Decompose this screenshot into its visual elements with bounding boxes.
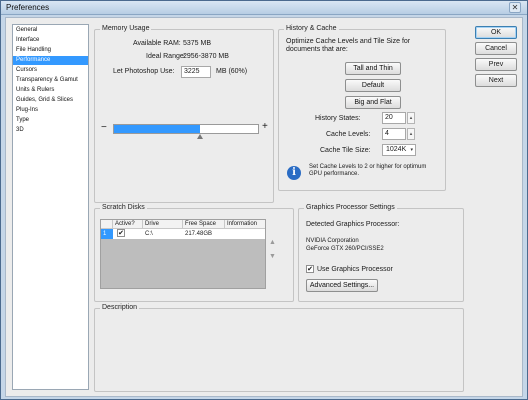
let-photoshop-use-label: Let Photoshop Use: (113, 68, 175, 75)
memory-slider-thumb[interactable] (197, 134, 203, 139)
move-down-icon[interactable]: ▼ (269, 253, 276, 260)
memory-usage-legend: Memory Usage (100, 25, 152, 32)
next-button[interactable]: Next (475, 74, 517, 87)
detected-gpu-label: Detected Graphics Processor: (306, 221, 400, 228)
column-header-information[interactable]: Information (225, 220, 265, 229)
nav-item-plug-ins[interactable]: Plug-Ins (13, 106, 88, 115)
move-up-icon[interactable]: ▲ (269, 239, 276, 246)
available-ram-label: Available RAM: (133, 40, 181, 47)
row-free-space-cell: 217.48GB (185, 231, 213, 237)
scratch-disks-group: Scratch Disks Active? Drive Free Space I… (94, 204, 294, 302)
ok-button[interactable]: OK (475, 26, 517, 39)
column-header-drive[interactable]: Drive (143, 220, 183, 229)
column-header-active[interactable]: Active? (113, 220, 143, 229)
active-checkbox[interactable]: ✔ (117, 229, 125, 238)
cache-levels-input[interactable]: 4 (382, 128, 406, 140)
dialog-client: General Interface File Handling Performa… (5, 17, 523, 397)
minus-icon[interactable]: − (101, 122, 107, 133)
history-states-label: History States: (315, 115, 361, 122)
row-drive-cell: C:\ (145, 231, 153, 237)
nav-item-transparency-gamut[interactable]: Transparency & Gamut (13, 76, 88, 85)
cache-tile-size-label: Cache Tile Size: (320, 147, 371, 154)
column-header-free-space[interactable]: Free Space (183, 220, 225, 229)
chevron-down-icon: ▾ (410, 147, 413, 153)
history-cache-legend: History & Cache (284, 25, 339, 32)
title-bar: Preferences ✕ (1, 1, 527, 15)
row-active-cell[interactable]: ✔ (115, 229, 141, 239)
use-gpu-label[interactable]: Use Graphics Processor (317, 266, 393, 273)
history-cache-group: History & Cache Optimize Cache Levels an… (278, 25, 446, 191)
prev-button[interactable]: Prev (475, 58, 517, 71)
memory-mb-input[interactable]: 3225 (181, 66, 211, 78)
history-states-stepper[interactable]: ▴ (407, 112, 415, 124)
tall-and-thin-button[interactable]: Tall and Thin (345, 62, 401, 75)
use-gpu-check[interactable]: ✔ (306, 265, 314, 273)
big-and-flat-button[interactable]: Big and Flat (345, 96, 401, 109)
nav-item-performance[interactable]: Performance (13, 56, 88, 65)
scratch-disks-legend: Scratch Disks (100, 204, 147, 211)
scratch-disks-table[interactable]: Active? Drive Free Space Information 1 ✔… (100, 219, 266, 289)
nav-item-units-rulers[interactable]: Units & Rulers (13, 86, 88, 95)
memory-slider-fill (114, 125, 200, 133)
nav-item-general[interactable]: General (13, 26, 88, 35)
category-list[interactable]: General Interface File Handling Performa… (12, 24, 89, 390)
cache-levels-stepper[interactable]: ▴ (407, 128, 415, 140)
info-icon: i (287, 166, 301, 180)
close-icon[interactable]: ✕ (509, 2, 521, 13)
graphics-processor-legend: Graphics Processor Settings (304, 204, 397, 211)
gpu-cache-note: Set Cache Levels to 2 or higher for opti… (309, 164, 427, 177)
preferences-window: Preferences ✕ General Interface File Han… (0, 0, 528, 400)
nav-item-file-handling[interactable]: File Handling (13, 46, 88, 55)
available-ram-value: 5375 MB (183, 40, 212, 47)
ideal-range-value: 2956-3870 MB (183, 53, 229, 60)
description-group: Description (94, 304, 464, 392)
nav-item-guides-grid-slices[interactable]: Guides, Grid & Slices (13, 96, 88, 105)
cache-levels-label: Cache Levels: (326, 131, 371, 138)
nav-item-cursors[interactable]: Cursors (13, 66, 88, 75)
memory-usage-group: Memory Usage Available RAM: 5375 MB Idea… (94, 25, 274, 203)
gpu-model: GeForce GTX 260/PCI/SSE2 (306, 246, 384, 252)
index-column-header (101, 220, 113, 229)
history-states-input[interactable]: 20 (382, 112, 406, 124)
ideal-range-label: Ideal Range: (146, 53, 186, 60)
cancel-button[interactable]: Cancel (475, 42, 517, 55)
advanced-settings-button[interactable]: Advanced Settings... (306, 279, 378, 292)
plus-icon[interactable]: + (262, 121, 268, 132)
cache-tile-size-select[interactable]: 1024K ▾ (382, 144, 416, 156)
cache-tile-size-value: 1024K (386, 146, 407, 153)
nav-item-interface[interactable]: Interface (13, 36, 88, 45)
gpu-vendor: NVIDIA Corporation (306, 238, 359, 244)
description-legend: Description (100, 304, 140, 311)
graphics-processor-group: Graphics Processor Settings Detected Gra… (298, 204, 464, 302)
window-title: Preferences (6, 3, 50, 12)
use-gpu-checkbox[interactable]: ✔ (306, 265, 314, 273)
row-information-cell (225, 229, 265, 239)
nav-item-3d[interactable]: 3D (13, 126, 88, 135)
default-button[interactable]: Default (345, 79, 401, 92)
table-row[interactable]: 1 ✔ C:\ 217.48GB (101, 229, 265, 239)
optimize-description: Optimize Cache Levels and Tile Size for … (286, 38, 411, 53)
memory-unit-label: MB (60%) (216, 68, 248, 75)
nav-item-type[interactable]: Type (13, 116, 88, 125)
row-index: 1 (101, 229, 113, 239)
memory-slider-track[interactable] (113, 124, 259, 134)
